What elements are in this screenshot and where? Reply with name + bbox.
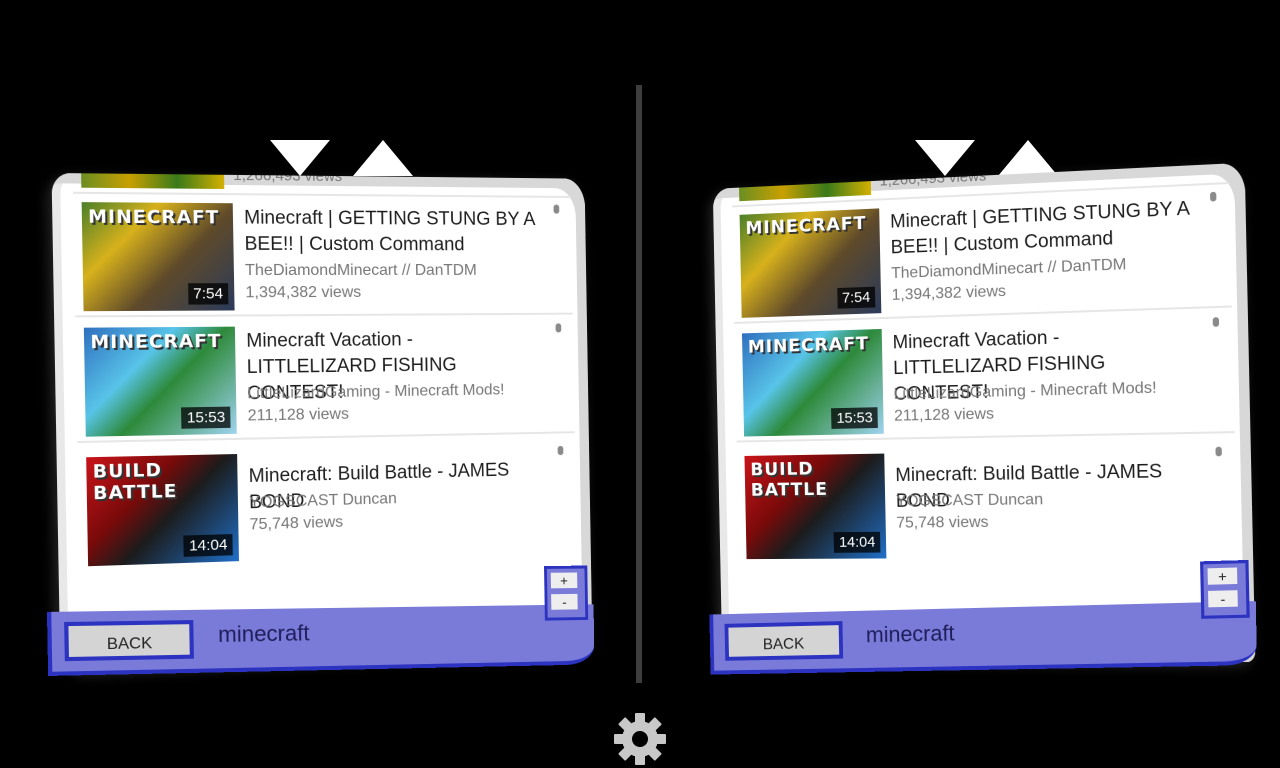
more-vert-icon[interactable]: •••: [545, 204, 569, 209]
video-title: Minecraft | GETTING STUNG BY A BEE!! | C…: [243, 207, 535, 256]
list-item[interactable]: MINECRAFT 7:54 Minecraft | GETTING STUNG…: [73, 193, 573, 318]
thumbnail-text: MINECRAFT: [87, 206, 220, 229]
zoom-controls: + -: [544, 565, 589, 621]
video-thumbnail: [80, 172, 225, 190]
video-list-panel: 1,266,493 views MINECRAFT 7:54 Minecraft…: [51, 172, 593, 673]
search-bar: BACK minecraft + -: [46, 565, 595, 676]
video-thumbnail: BUILD BATTLE 14:04: [86, 454, 239, 567]
more-vert-icon[interactable]: •••: [1200, 190, 1226, 196]
video-thumbnail: MINECRAFT 15:53: [741, 328, 884, 437]
more-vert-icon[interactable]: •••: [547, 322, 571, 327]
video-channel: YOGSCAST Duncan: [895, 491, 1044, 510]
list-item[interactable]: MINECRAFT 15:53 Minecraft Vacation - LIT…: [75, 316, 575, 444]
video-views: 75,748 views: [896, 513, 989, 532]
video-thumbnail: MINECRAFT 7:54: [739, 208, 882, 318]
video-thumbnail: BUILD BATTLE 14:04: [744, 453, 887, 560]
thumbnail-text: MINECRAFT: [90, 330, 222, 354]
video-views: 75,748 views: [249, 513, 344, 534]
video-title: Minecraft | GETTING STUNG BY A BEE!! | C…: [889, 198, 1190, 259]
zoom-in-button[interactable]: +: [550, 572, 578, 589]
video-views: 211,128 views: [894, 405, 995, 425]
left-eye-view: 1,266,493 views MINECRAFT 7:54 Minecraft…: [46, 138, 615, 676]
gear-icon[interactable]: [612, 711, 668, 767]
video-duration: 15:53: [181, 406, 231, 429]
list-item[interactable]: BUILD BATTLE 14:04 Minecraft: Build Batt…: [737, 439, 1238, 563]
video-channel: TheDiamondMinecart // DanTDM: [891, 256, 1127, 283]
list-item[interactable]: MINECRAFT 15:53 Minecraft Vacation - LIT…: [734, 309, 1235, 443]
video-duration: 15:53: [831, 407, 878, 429]
list-item[interactable]: MINECRAFT 7:54 Minecraft | GETTING STUNG…: [731, 184, 1232, 324]
thumbnail-text: MINECRAFT: [745, 212, 867, 239]
thumbnail-text: BUILD BATTLE: [92, 459, 178, 505]
video-channel: TheDiamondMinecart // DanTDM: [244, 261, 477, 280]
list-item[interactable]: BUILD BATTLE 14:04 Minecraft: Build Batt…: [78, 439, 577, 571]
video-views: 1,394,382 views: [891, 282, 1007, 304]
video-thumbnail: MINECRAFT 7:54: [81, 202, 235, 312]
video-duration: 7:54: [837, 286, 876, 309]
video-duration: 14:04: [834, 531, 881, 553]
video-views: 211,128 views: [247, 405, 350, 425]
zoom-out-button[interactable]: -: [551, 593, 578, 610]
video-thumbnail: [738, 167, 872, 202]
more-vert-icon[interactable]: •••: [1205, 446, 1231, 452]
vr-stage: 1,266,493 views MINECRAFT 7:54 Minecraft…: [0, 0, 1280, 768]
scroll-down-icon[interactable]: [270, 138, 330, 178]
stereo-divider: [636, 85, 642, 683]
search-query[interactable]: minecraft: [218, 620, 310, 648]
zoom-out-button[interactable]: -: [1208, 590, 1238, 608]
video-thumbnail: MINECRAFT 15:53: [83, 326, 237, 437]
thumbnail-text: MINECRAFT: [747, 333, 870, 358]
scroll-down-icon[interactable]: [915, 138, 975, 178]
search-bar: BACK minecraft + -: [709, 559, 1258, 675]
back-button[interactable]: BACK: [724, 621, 844, 661]
more-vert-icon[interactable]: •••: [1203, 316, 1229, 322]
zoom-controls: + -: [1200, 559, 1250, 619]
video-duration: 14:04: [183, 534, 233, 557]
right-eye-view: 1,266,493 views MINECRAFT 7:54 Minecraft…: [700, 138, 1260, 675]
scroll-up-icon[interactable]: [353, 138, 413, 178]
search-query[interactable]: minecraft: [866, 620, 955, 648]
video-list-panel: 1,266,493 views MINECRAFT 7:54 Minecraft…: [712, 162, 1256, 663]
video-duration: 7:54: [187, 283, 229, 305]
thumbnail-text: BUILD BATTLE: [750, 458, 829, 501]
zoom-in-button[interactable]: +: [1207, 567, 1238, 585]
video-views: 1,394,382 views: [245, 283, 362, 302]
more-vert-icon[interactable]: •••: [549, 445, 573, 450]
back-button[interactable]: BACK: [64, 620, 194, 662]
